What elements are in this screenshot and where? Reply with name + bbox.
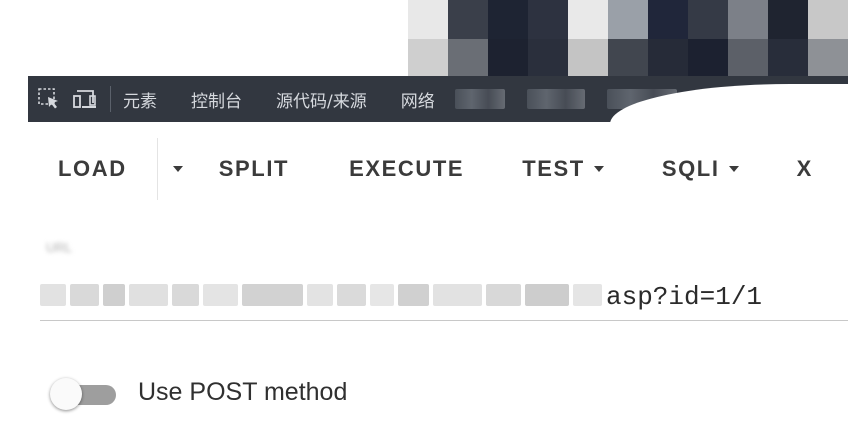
test-menu-button[interactable]: TEST xyxy=(522,156,604,182)
pixelated-background-image xyxy=(408,0,848,78)
devtools-tab-console[interactable]: 控制台 xyxy=(191,87,242,112)
devtools-tab-sources[interactable]: 源代码/来源 xyxy=(276,87,367,112)
load-dropdown-button[interactable] xyxy=(164,166,183,172)
url-input-visible-text[interactable]: asp?id=1/1 xyxy=(606,282,762,312)
chevron-down-icon xyxy=(172,166,183,172)
split-button[interactable]: SPLIT xyxy=(219,156,289,182)
use-post-toggle[interactable] xyxy=(50,378,118,410)
use-post-label: Use POST method xyxy=(138,378,348,406)
load-button[interactable]: LOAD xyxy=(58,156,127,182)
url-input-blurred[interactable] xyxy=(40,264,606,326)
toolbar-divider xyxy=(156,138,158,200)
device-toggle-icon[interactable] xyxy=(70,84,100,114)
xss-menu-button[interactable]: X xyxy=(797,156,813,182)
test-menu-label: TEST xyxy=(522,156,585,181)
url-field-label-blurred: URL xyxy=(46,240,73,255)
toggle-knob xyxy=(50,378,82,410)
url-input-underline xyxy=(40,320,848,321)
devtools-tab-network[interactable]: 网络 xyxy=(401,87,435,112)
chevron-down-icon xyxy=(728,166,739,172)
devtools-tab-elements[interactable]: 元素 xyxy=(123,87,157,112)
screenshot-stage: 元素 控制台 源代码/来源 网络 LOAD SPLIT EXECUTE TEST… xyxy=(0,0,848,432)
execute-button[interactable]: EXECUTE xyxy=(349,156,464,182)
hackbar-toolbar: LOAD SPLIT EXECUTE TEST SQLI X xyxy=(0,128,848,210)
sqli-menu-label: SQLI xyxy=(661,156,720,181)
chevron-down-icon xyxy=(593,166,604,172)
sqli-menu-button[interactable]: SQLI xyxy=(662,156,739,182)
select-element-icon[interactable] xyxy=(34,84,64,114)
devtools-divider xyxy=(110,86,111,112)
